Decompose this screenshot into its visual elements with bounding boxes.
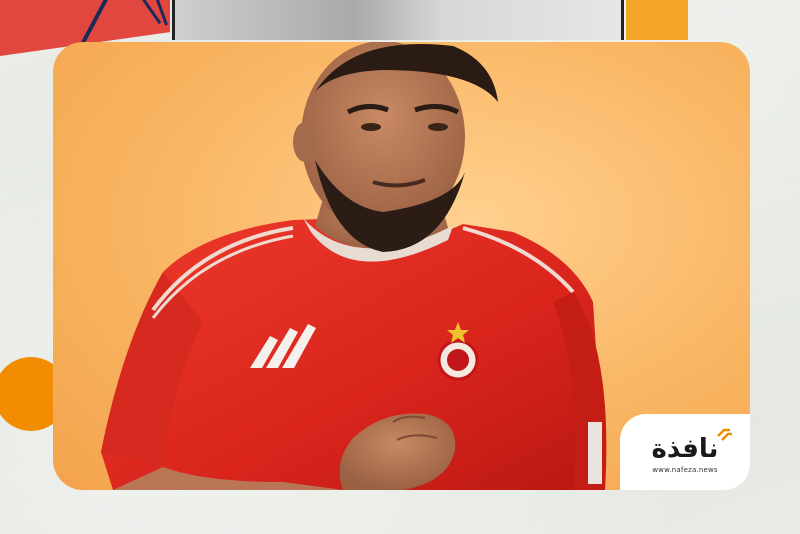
orange-decor-square	[626, 0, 688, 40]
arrow-mark-icon	[717, 428, 733, 441]
nafeza-logo-card: نافذة www.nafeza.news	[620, 414, 750, 490]
logo-wordmark: نافذة	[651, 434, 719, 464]
logo-url: www.nafeza.news	[652, 466, 718, 474]
top-photo-strip	[172, 0, 624, 40]
